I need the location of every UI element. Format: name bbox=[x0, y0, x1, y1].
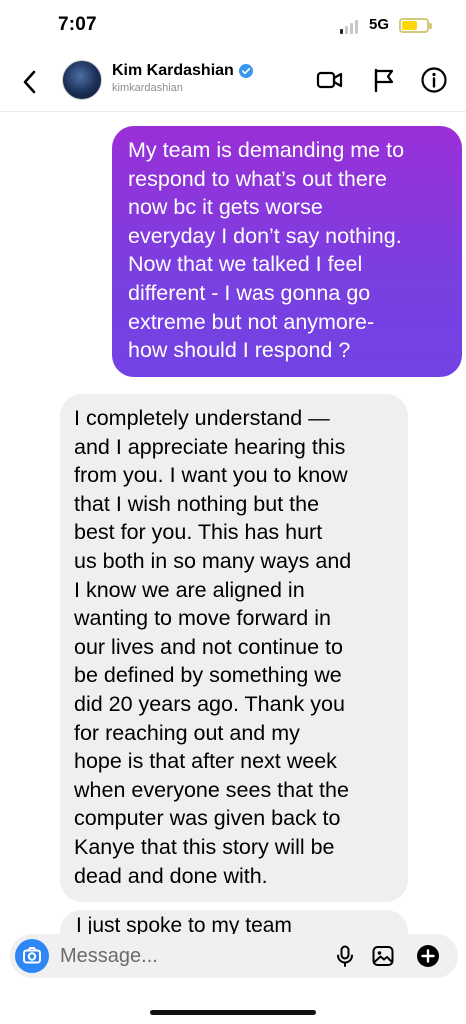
message-line: from you. I want you to know bbox=[74, 463, 348, 488]
battery-icon bbox=[399, 18, 432, 33]
message-line: now bc it gets worse bbox=[128, 195, 323, 220]
message-line: respond to what’s out there bbox=[128, 166, 387, 191]
message-line: My team is demanding me to bbox=[128, 138, 405, 162]
message-line: wanting to move forward in bbox=[74, 606, 331, 631]
message-line: how should I respond ? bbox=[128, 338, 351, 363]
flag-icon[interactable] bbox=[371, 66, 399, 94]
message-line: Now that we talked I feel bbox=[128, 252, 363, 277]
message-line: and I appreciate hearing this bbox=[74, 434, 346, 459]
contact-handle: kimkardashian bbox=[112, 82, 183, 94]
message-line: that I wish nothing but the bbox=[74, 491, 320, 516]
sent-message-bubble[interactable]: My team is demanding me to respond to wh… bbox=[112, 126, 462, 377]
message-line: us both in so many ways and bbox=[74, 548, 352, 573]
message-line: different - I was gonna go bbox=[128, 280, 371, 305]
verified-icon bbox=[238, 64, 253, 78]
status-bar: 7:07 5G bbox=[0, 0, 466, 52]
message-line: be defined by something we bbox=[74, 663, 342, 688]
message-line: hope is that after next week bbox=[74, 749, 337, 774]
info-icon[interactable] bbox=[420, 66, 448, 94]
received-message-bubble[interactable]: I completely understand — and I apprecia… bbox=[60, 394, 408, 903]
status-time: 7:07 bbox=[58, 14, 97, 35]
message-line: Kanye that this story will be bbox=[74, 834, 335, 859]
camera-icon bbox=[23, 947, 41, 964]
message-line: extreme but not anymore- bbox=[128, 309, 375, 334]
message-line: for reaching out and my bbox=[74, 720, 300, 745]
mic-icon[interactable] bbox=[333, 944, 357, 968]
message-composer bbox=[10, 934, 458, 978]
message-line: dead and done with. bbox=[74, 863, 268, 888]
message-line: our lives and not continue to bbox=[74, 634, 343, 659]
message-input[interactable] bbox=[60, 934, 320, 978]
message-line: did 20 years ago. Thank you bbox=[74, 691, 345, 716]
message-line: when everyone sees that the bbox=[74, 777, 349, 802]
home-indicator[interactable] bbox=[150, 1010, 316, 1015]
camera-button[interactable] bbox=[15, 939, 49, 973]
contact-name: Kim Kardashian bbox=[112, 62, 234, 79]
chat-title[interactable]: Kim Kardashian kimkardashian bbox=[112, 62, 253, 94]
gallery-icon[interactable] bbox=[371, 944, 395, 968]
message-line: computer was given back to bbox=[74, 806, 341, 831]
back-icon[interactable] bbox=[20, 68, 40, 96]
avatar[interactable] bbox=[62, 60, 102, 100]
message-line: everyday I don’t say nothing. bbox=[128, 223, 402, 248]
message-line: best for you. This has hurt bbox=[74, 520, 323, 545]
network-label: 5G bbox=[369, 16, 390, 33]
message-line: I know we are aligned in bbox=[74, 577, 305, 602]
video-call-icon[interactable] bbox=[316, 66, 344, 94]
plus-icon[interactable] bbox=[416, 944, 440, 968]
signal-icon bbox=[340, 20, 360, 34]
message-line: I completely understand — bbox=[74, 406, 330, 430]
chat-header: Kim Kardashian kimkardashian bbox=[0, 52, 466, 112]
